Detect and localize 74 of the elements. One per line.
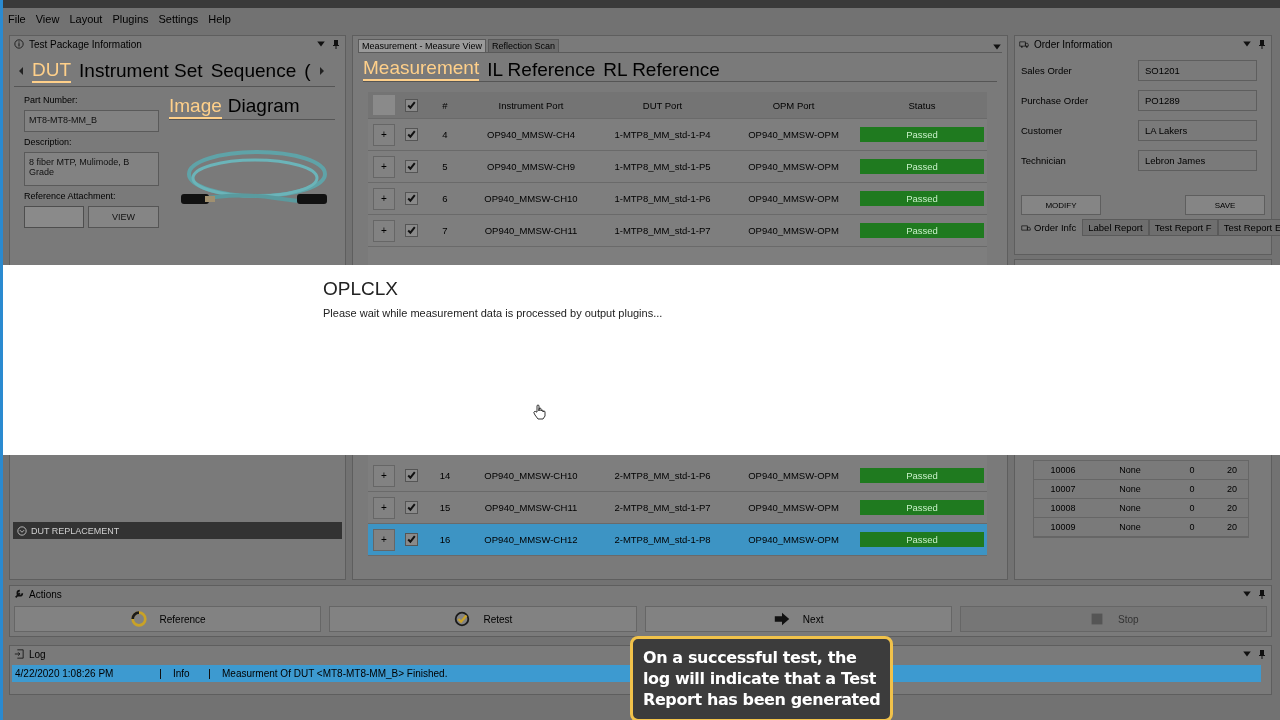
table-cell-text: None (1118, 484, 1142, 494)
table-cell-text: OP940_MMSW-OPM (747, 502, 840, 513)
column-header: # (441, 99, 449, 111)
field-label: Sales Order (1021, 65, 1073, 76)
table-cell-text: OP940_MMSW-OPM (747, 193, 840, 204)
table-cell-text: 20 (1226, 503, 1238, 513)
status-bar: Passed (860, 223, 984, 238)
table-cell-text: 10007 (1049, 484, 1077, 494)
table-cell-text: OP940_MMSW-OPM (747, 161, 840, 172)
table-cell-text: 10006 (1049, 465, 1077, 475)
log-message: Measurment Of DUT <MT8-MT8-MM_B> Finished. (222, 668, 448, 679)
table-cell-text: None (1118, 465, 1142, 475)
table-cell-text: 20 (1226, 484, 1238, 494)
field-label: Customer (1021, 125, 1064, 136)
field-label: Technician (1021, 155, 1067, 166)
table-cell-text: 5 (441, 161, 449, 172)
table-cell-text: 20 (1226, 522, 1238, 532)
log-level: Info (173, 668, 191, 679)
table-cell-text: OP940_MMSW-CH12 (483, 534, 579, 545)
column-header: OPM Port (771, 99, 816, 111)
table-cell-text: 1-MTP8_MM_std-1-P5 (613, 161, 712, 172)
table-cell-text: 6 (441, 193, 449, 204)
dialog-message: Please wait while measurement data is processed by output plugins... (323, 307, 664, 319)
log-time: 4/22/2020 1:08:26 PM (14, 668, 115, 679)
table-cell-text: 1-MTP8_MM_std-1-P4 (613, 129, 712, 140)
field-label: Reference Attachment: (24, 191, 117, 201)
status-bar: Passed (860, 532, 984, 547)
table-cell-text: OP940_MMSW-OPM (747, 534, 840, 545)
table-cell-text: 4 (441, 129, 449, 140)
table-cell-text: None (1118, 503, 1142, 513)
table-cell-text: 0 (1188, 503, 1196, 513)
table-cell-text: None (1118, 522, 1142, 532)
status-bar: Passed (860, 468, 984, 483)
table-cell-text: OP940_MMSW-CH11 (483, 502, 579, 513)
table-cell-text: 0 (1188, 522, 1196, 532)
section-title: DUT REPLACEMENT (31, 525, 120, 536)
table-cell-text: 0 (1188, 484, 1196, 494)
table-cell-text: OP940_MMSW-CH4 (486, 129, 576, 140)
panel-title: Order Information (1034, 38, 1113, 50)
column-header: Instrument Port (497, 99, 565, 111)
table-cell-text: 16 (438, 534, 452, 545)
dialog-title: OPLCLX (323, 278, 399, 300)
table-cell-text: 2-MTP8_MM_std-1-P6 (613, 470, 712, 481)
table-cell-text: OP940_MMSW-CH9 (486, 161, 576, 172)
status-bar: Passed (860, 500, 984, 515)
panel-title: Log (29, 648, 46, 660)
panel-title: Actions (29, 588, 62, 600)
table-cell-text: 1-MTP8_MM_std-1-P7 (613, 225, 712, 236)
table-cell-text: OP940_MMSW-OPM (747, 225, 840, 236)
table-cell-text: OP940_MMSW-CH10 (483, 193, 579, 204)
table-cell-text: 20 (1226, 465, 1238, 475)
table-cell-text: OP940_MMSW-CH10 (483, 470, 579, 481)
table-cell-text: 14 (438, 470, 452, 481)
table-cell-text: 2-MTP8_MM_std-1-P7 (613, 502, 712, 513)
callout-tooltip: On a successful test, the log will indicate that a Test Report has been generated (630, 636, 893, 720)
status-bar: Passed (860, 159, 984, 174)
status-bar: Passed (860, 127, 984, 142)
field-label: Description: (24, 137, 73, 147)
table-cell-text: 1-MTP8_MM_std-1-P6 (613, 193, 712, 204)
table-cell-text: 7 (441, 225, 449, 236)
status-bar: Passed (860, 191, 984, 206)
table-cell-text: 2-MTP8_MM_std-1-P8 (613, 534, 712, 545)
table-cell-text: OP940_MMSW-OPM (747, 470, 840, 481)
field-label: Part Number: (24, 95, 79, 105)
column-header: Status (907, 99, 937, 111)
table-cell-text: 10008 (1049, 503, 1077, 513)
table-cell-text: 10009 (1049, 522, 1077, 532)
table-cell-text: OP940_MMSW-OPM (747, 129, 840, 140)
table-cell-text: OP940_MMSW-CH11 (483, 225, 579, 236)
field-label: Purchase Order (1021, 95, 1090, 106)
table-cell-text: 15 (438, 502, 452, 513)
table-cell-text: 0 (1188, 465, 1196, 475)
column-header: DUT Port (641, 99, 684, 111)
panel-title: Test Package Information (29, 38, 142, 50)
